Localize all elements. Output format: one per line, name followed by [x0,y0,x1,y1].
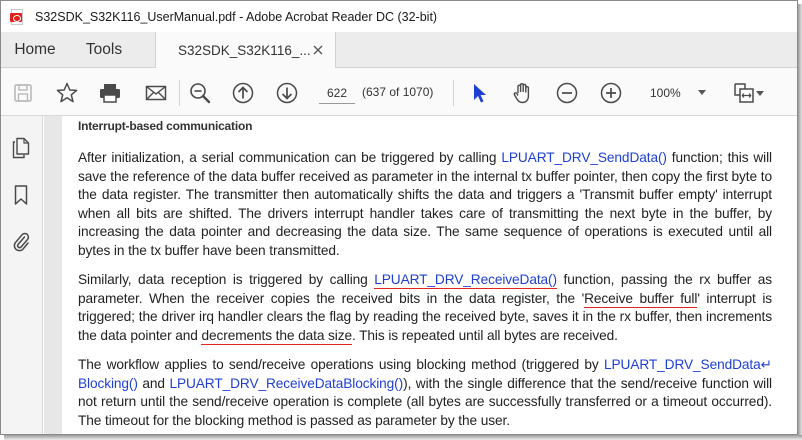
paragraph-receive: Similarly, data reception is triggered b… [78,271,772,345]
tab-document-label: S32SDK_S32K116_... [178,43,311,58]
link-send-data[interactable]: LPUART_DRV_SendData() [501,150,667,165]
zoom-value: 100% [650,86,681,100]
toolbar-separator [453,80,454,106]
text-run: function; this will save the reference o… [78,150,772,258]
save-icon[interactable] [10,80,36,106]
close-icon[interactable] [312,44,324,56]
acrobat-pdf-icon [10,8,24,25]
pointer-icon[interactable] [466,80,492,106]
zoom-dropdown[interactable]: 100% [641,80,709,106]
link-receive-data[interactable]: LPUART_DRV_ReceiveData() [374,272,557,289]
minus-circle-icon[interactable] [554,80,580,106]
left-navigation-rail [1,116,43,434]
title-bar: S32SDK_S32K116_UserManual.pdf - Adobe Ac… [1,1,797,32]
chevron-down-icon[interactable] [754,80,766,106]
tab-home[interactable]: Home [1,32,69,68]
page-number-input[interactable] [319,82,355,104]
text-run: After initialization, a serial communica… [78,150,502,165]
arrow-down-circle-icon[interactable] [274,80,300,106]
page-count: (637 of 1070) [362,85,434,99]
text-run: . This is repeated until all bytes are r… [352,327,618,343]
toolbar-separator [179,80,180,106]
pdf-page[interactable]: Interrupt-based communication After init… [62,116,797,434]
envelope-icon[interactable] [143,80,169,106]
arrow-up-circle-icon[interactable] [230,80,256,106]
underlined-decrements-data-size: decrements the data size [201,327,352,345]
bookmark-icon[interactable] [10,183,32,207]
plus-circle-icon[interactable] [598,80,624,106]
paragraph-transmit: After initialization, a serial communica… [78,149,772,260]
tab-bar: Home Tools S32SDK_S32K116_... [1,32,797,69]
window-shadow [4,435,802,440]
chevron-down-icon [698,90,706,95]
zoom-search-icon[interactable] [187,80,213,106]
hand-icon[interactable] [510,80,536,106]
underlined-receive-buffer-full: Receive buffer full [584,290,698,308]
window-shadow [798,4,802,440]
text-run: The workflow applies to send/receive ope… [78,357,605,372]
text-run: Similarly, data reception is triggered b… [78,272,375,287]
window-title: S32SDK_S32K116_UserManual.pdf - Adobe Ac… [35,9,438,24]
paragraph-blocking: The workflow applies to send/receive ope… [78,356,772,430]
tab-document[interactable]: S32SDK_S32K116_... [155,32,336,69]
tab-tools[interactable]: Tools [69,32,139,68]
canvas-gutter [44,116,62,434]
link-receive-data-blocking[interactable]: LPUART_DRV_ReceiveDataBlocking() [169,376,403,391]
section-heading: Interrupt-based communication [78,119,253,133]
pages-icon[interactable] [10,136,32,160]
page-content: Interrupt-based communication After init… [78,119,772,430]
star-icon[interactable] [54,80,80,106]
acrobat-window: S32SDK_S32K116_UserManual.pdf - Adobe Ac… [0,0,798,435]
paperclip-icon[interactable] [10,229,32,253]
printer-icon[interactable] [97,80,123,106]
text-run: and [137,375,170,391]
toolbar: (637 of 1070) 100% [1,68,797,116]
